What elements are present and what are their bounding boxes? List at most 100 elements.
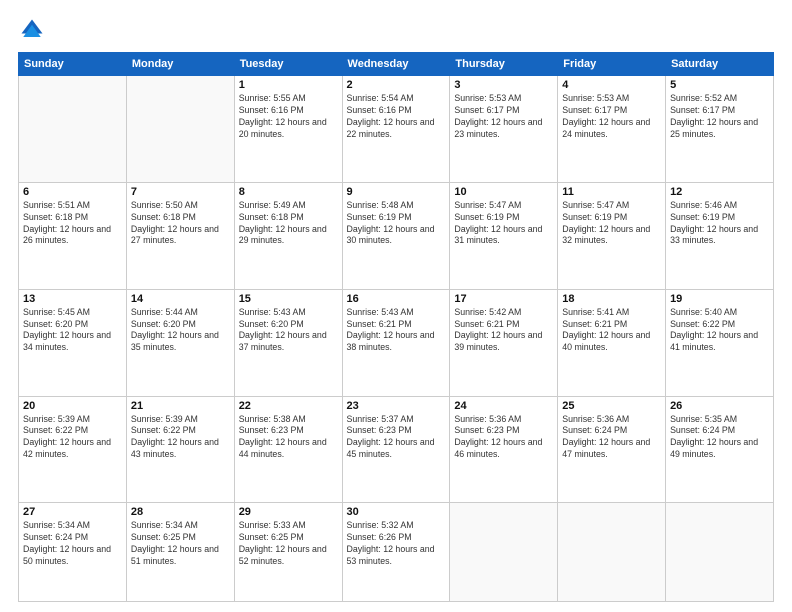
day-info: Sunrise: 5:49 AM Sunset: 6:18 PM Dayligh… bbox=[239, 200, 338, 248]
logo-icon bbox=[18, 16, 46, 44]
weekday-header-cell: Wednesday bbox=[342, 53, 450, 76]
calendar-day-cell: 20 Sunrise: 5:39 AM Sunset: 6:22 PM Dayli… bbox=[19, 396, 127, 503]
calendar-week-row: 27 Sunrise: 5:34 AM Sunset: 6:24 PM Dayli… bbox=[19, 503, 774, 602]
calendar-week-row: 13Sunrise: 5:45 AM Sunset: 6:20 PM Dayli… bbox=[19, 289, 774, 396]
day-info: Sunrise: 5:53 AM Sunset: 6:17 PM Dayligh… bbox=[562, 93, 661, 141]
calendar-day-cell: 25 Sunrise: 5:36 AM Sunset: 6:24 PM Dayli… bbox=[558, 396, 666, 503]
day-info: Sunrise: 5:53 AM Sunset: 6:17 PM Dayligh… bbox=[454, 93, 553, 141]
calendar-day-cell: 1 Sunrise: 5:55 AM Sunset: 6:16 PM Daylig… bbox=[234, 76, 342, 183]
page: SundayMondayTuesdayWednesdayThursdayFrid… bbox=[0, 0, 792, 612]
calendar-day-cell: 2 Sunrise: 5:54 AM Sunset: 6:16 PM Daylig… bbox=[342, 76, 450, 183]
day-number: 7 bbox=[131, 186, 230, 198]
day-number: 19 bbox=[670, 293, 769, 305]
day-number: 20 bbox=[23, 400, 122, 412]
day-info: Sunrise: 5:39 AM Sunset: 6:22 PM Dayligh… bbox=[23, 414, 122, 462]
day-number: 14 bbox=[131, 293, 230, 305]
calendar-day-cell: 30Sunrise: 5:32 AM Sunset: 6:26 PM Dayli… bbox=[342, 503, 450, 602]
calendar-day-cell: 8 Sunrise: 5:49 AM Sunset: 6:18 PM Daylig… bbox=[234, 182, 342, 289]
day-info: Sunrise: 5:51 AM Sunset: 6:18 PM Dayligh… bbox=[23, 200, 122, 248]
calendar-day-cell: 15 Sunrise: 5:43 AM Sunset: 6:20 PM Dayli… bbox=[234, 289, 342, 396]
day-number: 22 bbox=[239, 400, 338, 412]
weekday-header-cell: Monday bbox=[126, 53, 234, 76]
day-number: 21 bbox=[131, 400, 230, 412]
day-info: Sunrise: 5:37 AM Sunset: 6:23 PM Dayligh… bbox=[347, 414, 446, 462]
calendar-day-cell: 16 Sunrise: 5:43 AM Sunset: 6:21 PM Dayli… bbox=[342, 289, 450, 396]
calendar-day-cell: 29 Sunrise: 5:33 AM Sunset: 6:25 PM Dayli… bbox=[234, 503, 342, 602]
weekday-header-cell: Saturday bbox=[666, 53, 774, 76]
day-number: 27 bbox=[23, 506, 122, 518]
calendar-day-cell: 10 Sunrise: 5:47 AM Sunset: 6:19 PM Dayli… bbox=[450, 182, 558, 289]
day-number: 4 bbox=[562, 79, 661, 91]
calendar-table: SundayMondayTuesdayWednesdayThursdayFrid… bbox=[18, 52, 774, 602]
calendar-day-cell: 26 Sunrise: 5:35 AM Sunset: 6:24 PM Dayli… bbox=[666, 396, 774, 503]
day-info: Sunrise: 5:43 AM Sunset: 6:20 PM Dayligh… bbox=[239, 307, 338, 355]
weekday-header-cell: Thursday bbox=[450, 53, 558, 76]
calendar-day-cell bbox=[558, 503, 666, 602]
day-info: Sunrise: 5:40 AM Sunset: 6:22 PM Dayligh… bbox=[670, 307, 769, 355]
day-number: 1 bbox=[239, 79, 338, 91]
day-number: 18 bbox=[562, 293, 661, 305]
day-info: Sunrise: 5:50 AM Sunset: 6:18 PM Dayligh… bbox=[131, 200, 230, 248]
day-info: Sunrise: 5:43 AM Sunset: 6:21 PM Dayligh… bbox=[347, 307, 446, 355]
calendar-week-row: 1 Sunrise: 5:55 AM Sunset: 6:16 PM Daylig… bbox=[19, 76, 774, 183]
day-info: Sunrise: 5:48 AM Sunset: 6:19 PM Dayligh… bbox=[347, 200, 446, 248]
day-info: Sunrise: 5:54 AM Sunset: 6:16 PM Dayligh… bbox=[347, 93, 446, 141]
day-number: 5 bbox=[670, 79, 769, 91]
calendar-day-cell bbox=[450, 503, 558, 602]
day-number: 15 bbox=[239, 293, 338, 305]
day-info: Sunrise: 5:34 AM Sunset: 6:25 PM Dayligh… bbox=[131, 520, 230, 568]
day-info: Sunrise: 5:55 AM Sunset: 6:16 PM Dayligh… bbox=[239, 93, 338, 141]
day-number: 26 bbox=[670, 400, 769, 412]
weekday-header-cell: Tuesday bbox=[234, 53, 342, 76]
calendar-body: 1 Sunrise: 5:55 AM Sunset: 6:16 PM Daylig… bbox=[19, 76, 774, 602]
calendar-day-cell: 22 Sunrise: 5:38 AM Sunset: 6:23 PM Dayli… bbox=[234, 396, 342, 503]
day-info: Sunrise: 5:34 AM Sunset: 6:24 PM Dayligh… bbox=[23, 520, 122, 568]
calendar-day-cell: 6 Sunrise: 5:51 AM Sunset: 6:18 PM Daylig… bbox=[19, 182, 127, 289]
calendar-day-cell: 9Sunrise: 5:48 AM Sunset: 6:19 PM Daylig… bbox=[342, 182, 450, 289]
day-number: 11 bbox=[562, 186, 661, 198]
header bbox=[18, 16, 774, 44]
day-number: 13 bbox=[23, 293, 122, 305]
calendar-day-cell: 23 Sunrise: 5:37 AM Sunset: 6:23 PM Dayli… bbox=[342, 396, 450, 503]
weekday-header-row: SundayMondayTuesdayWednesdayThursdayFrid… bbox=[19, 53, 774, 76]
day-number: 17 bbox=[454, 293, 553, 305]
calendar-day-cell: 19 Sunrise: 5:40 AM Sunset: 6:22 PM Dayli… bbox=[666, 289, 774, 396]
calendar-day-cell bbox=[19, 76, 127, 183]
day-info: Sunrise: 5:36 AM Sunset: 6:24 PM Dayligh… bbox=[562, 414, 661, 462]
day-info: Sunrise: 5:35 AM Sunset: 6:24 PM Dayligh… bbox=[670, 414, 769, 462]
calendar-day-cell: 11 Sunrise: 5:47 AM Sunset: 6:19 PM Dayli… bbox=[558, 182, 666, 289]
calendar-day-cell: 18 Sunrise: 5:41 AM Sunset: 6:21 PM Dayli… bbox=[558, 289, 666, 396]
weekday-header-cell: Friday bbox=[558, 53, 666, 76]
calendar-day-cell: 14 Sunrise: 5:44 AM Sunset: 6:20 PM Dayli… bbox=[126, 289, 234, 396]
day-info: Sunrise: 5:38 AM Sunset: 6:23 PM Dayligh… bbox=[239, 414, 338, 462]
day-number: 6 bbox=[23, 186, 122, 198]
day-number: 25 bbox=[562, 400, 661, 412]
day-number: 10 bbox=[454, 186, 553, 198]
calendar-day-cell: 24Sunrise: 5:36 AM Sunset: 6:23 PM Dayli… bbox=[450, 396, 558, 503]
day-number: 16 bbox=[347, 293, 446, 305]
calendar-day-cell: 17 Sunrise: 5:42 AM Sunset: 6:21 PM Dayli… bbox=[450, 289, 558, 396]
day-info: Sunrise: 5:46 AM Sunset: 6:19 PM Dayligh… bbox=[670, 200, 769, 248]
day-info: Sunrise: 5:47 AM Sunset: 6:19 PM Dayligh… bbox=[454, 200, 553, 248]
day-number: 2 bbox=[347, 79, 446, 91]
day-info: Sunrise: 5:33 AM Sunset: 6:25 PM Dayligh… bbox=[239, 520, 338, 568]
day-info: Sunrise: 5:41 AM Sunset: 6:21 PM Dayligh… bbox=[562, 307, 661, 355]
calendar-day-cell: 13Sunrise: 5:45 AM Sunset: 6:20 PM Dayli… bbox=[19, 289, 127, 396]
day-info: Sunrise: 5:47 AM Sunset: 6:19 PM Dayligh… bbox=[562, 200, 661, 248]
day-number: 28 bbox=[131, 506, 230, 518]
weekday-header-cell: Sunday bbox=[19, 53, 127, 76]
day-number: 3 bbox=[454, 79, 553, 91]
day-number: 12 bbox=[670, 186, 769, 198]
day-info: Sunrise: 5:44 AM Sunset: 6:20 PM Dayligh… bbox=[131, 307, 230, 355]
calendar-day-cell: 27 Sunrise: 5:34 AM Sunset: 6:24 PM Dayli… bbox=[19, 503, 127, 602]
day-number: 29 bbox=[239, 506, 338, 518]
calendar-day-cell: 28 Sunrise: 5:34 AM Sunset: 6:25 PM Dayli… bbox=[126, 503, 234, 602]
day-number: 23 bbox=[347, 400, 446, 412]
day-info: Sunrise: 5:32 AM Sunset: 6:26 PM Dayligh… bbox=[347, 520, 446, 568]
calendar-day-cell bbox=[126, 76, 234, 183]
calendar-day-cell: 4 Sunrise: 5:53 AM Sunset: 6:17 PM Daylig… bbox=[558, 76, 666, 183]
calendar-day-cell: 5Sunrise: 5:52 AM Sunset: 6:17 PM Daylig… bbox=[666, 76, 774, 183]
day-info: Sunrise: 5:42 AM Sunset: 6:21 PM Dayligh… bbox=[454, 307, 553, 355]
day-number: 8 bbox=[239, 186, 338, 198]
calendar-week-row: 6 Sunrise: 5:51 AM Sunset: 6:18 PM Daylig… bbox=[19, 182, 774, 289]
